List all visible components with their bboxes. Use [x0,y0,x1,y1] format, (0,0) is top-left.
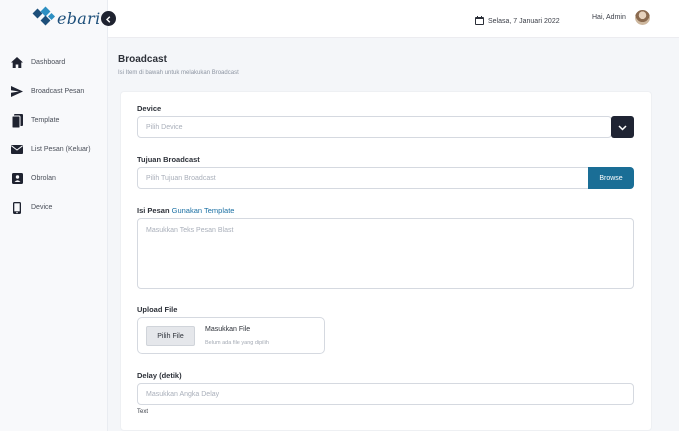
sidebar-item-device[interactable]: Device [0,193,108,222]
sidebar-item-label: Template [31,117,60,124]
tujuan-input[interactable]: Pilih Tujuan Broadcast [137,167,589,189]
send-icon [10,85,24,99]
sidebar-item-list-pesan[interactable]: List Pesan (Keluar) [0,135,108,164]
upload-title: Masukkan File [205,326,251,333]
mail-icon [10,143,24,157]
page-subtitle: Isi Item di bawah untuk melakukan Broadc… [118,70,239,76]
pesan-label: Isi Pesan Gunakan Template [137,206,234,215]
logo-icon [30,6,56,30]
sidebar-item-label: Dashboard [31,59,66,66]
choose-file-button[interactable]: Pilih File [146,326,195,346]
logo[interactable]: ebari [30,5,101,31]
gunakan-template-link[interactable]: Gunakan Template [172,206,235,215]
sidebar-item-template[interactable]: Template [0,106,108,135]
device-select[interactable]: Pilih Device [137,116,612,138]
home-icon [10,56,24,70]
user-greeting: Hai, Admin [592,14,626,21]
delay-help-text: Text [137,409,149,415]
page-title: Broadcast [118,54,167,65]
delay-placeholder: Masukkan Angka Delay [146,390,220,398]
file-upload: Pilih File Masukkan File Belum ada file … [137,317,325,354]
tujuan-label: Tujuan Broadcast [137,155,200,164]
upload-label: Upload File [137,305,178,314]
chevron-down-icon [618,118,627,136]
topbar: Selasa, 7 Januari 2022 Hai, Admin [101,0,679,38]
delay-label: Delay (detik) [137,371,182,380]
sidebar-toggle-button[interactable] [101,11,116,26]
sidebar-item-broadcast[interactable]: Broadcast Pesan [0,77,108,106]
upload-status: Belum ada file yang dipilih [205,340,269,346]
browse-button[interactable]: Browse [588,167,634,189]
device-dropdown-button[interactable] [611,116,634,138]
tujuan-placeholder: Pilih Tujuan Broadcast [146,174,216,182]
pesan-textarea[interactable]: Masukkan Teks Pesan Blast [137,218,634,289]
device-label: Device [137,104,162,113]
calendar-icon [475,12,484,30]
sidebar-nav: Dashboard Broadcast Pesan Template List … [0,48,108,222]
device-icon [10,201,24,215]
avatar[interactable] [635,10,650,25]
logo-text: ebari [57,8,101,28]
delay-input[interactable]: Masukkan Angka Delay [137,383,634,405]
date-text: Selasa, 7 Januari 2022 [488,17,560,25]
device-placeholder: Pilih Device [146,123,183,131]
sidebar: ebari Dashboard Broadcast Pesan Template… [0,0,108,431]
sidebar-item-label: Obrolan [31,175,56,182]
chevron-left-icon [105,10,112,28]
sidebar-item-label: List Pesan (Keluar) [31,146,91,153]
pesan-label-text: Isi Pesan [137,206,170,215]
sidebar-item-label: Device [31,204,53,211]
sidebar-item-obrolan[interactable]: Obrolan [0,164,108,193]
sidebar-item-label: Broadcast Pesan [31,88,85,95]
chat-icon [10,172,24,186]
pesan-placeholder: Masukkan Teks Pesan Blast [146,227,234,234]
template-icon [10,113,24,128]
date-display: Selasa, 7 Januari 2022 [475,12,560,30]
sidebar-item-dashboard[interactable]: Dashboard [0,48,108,77]
